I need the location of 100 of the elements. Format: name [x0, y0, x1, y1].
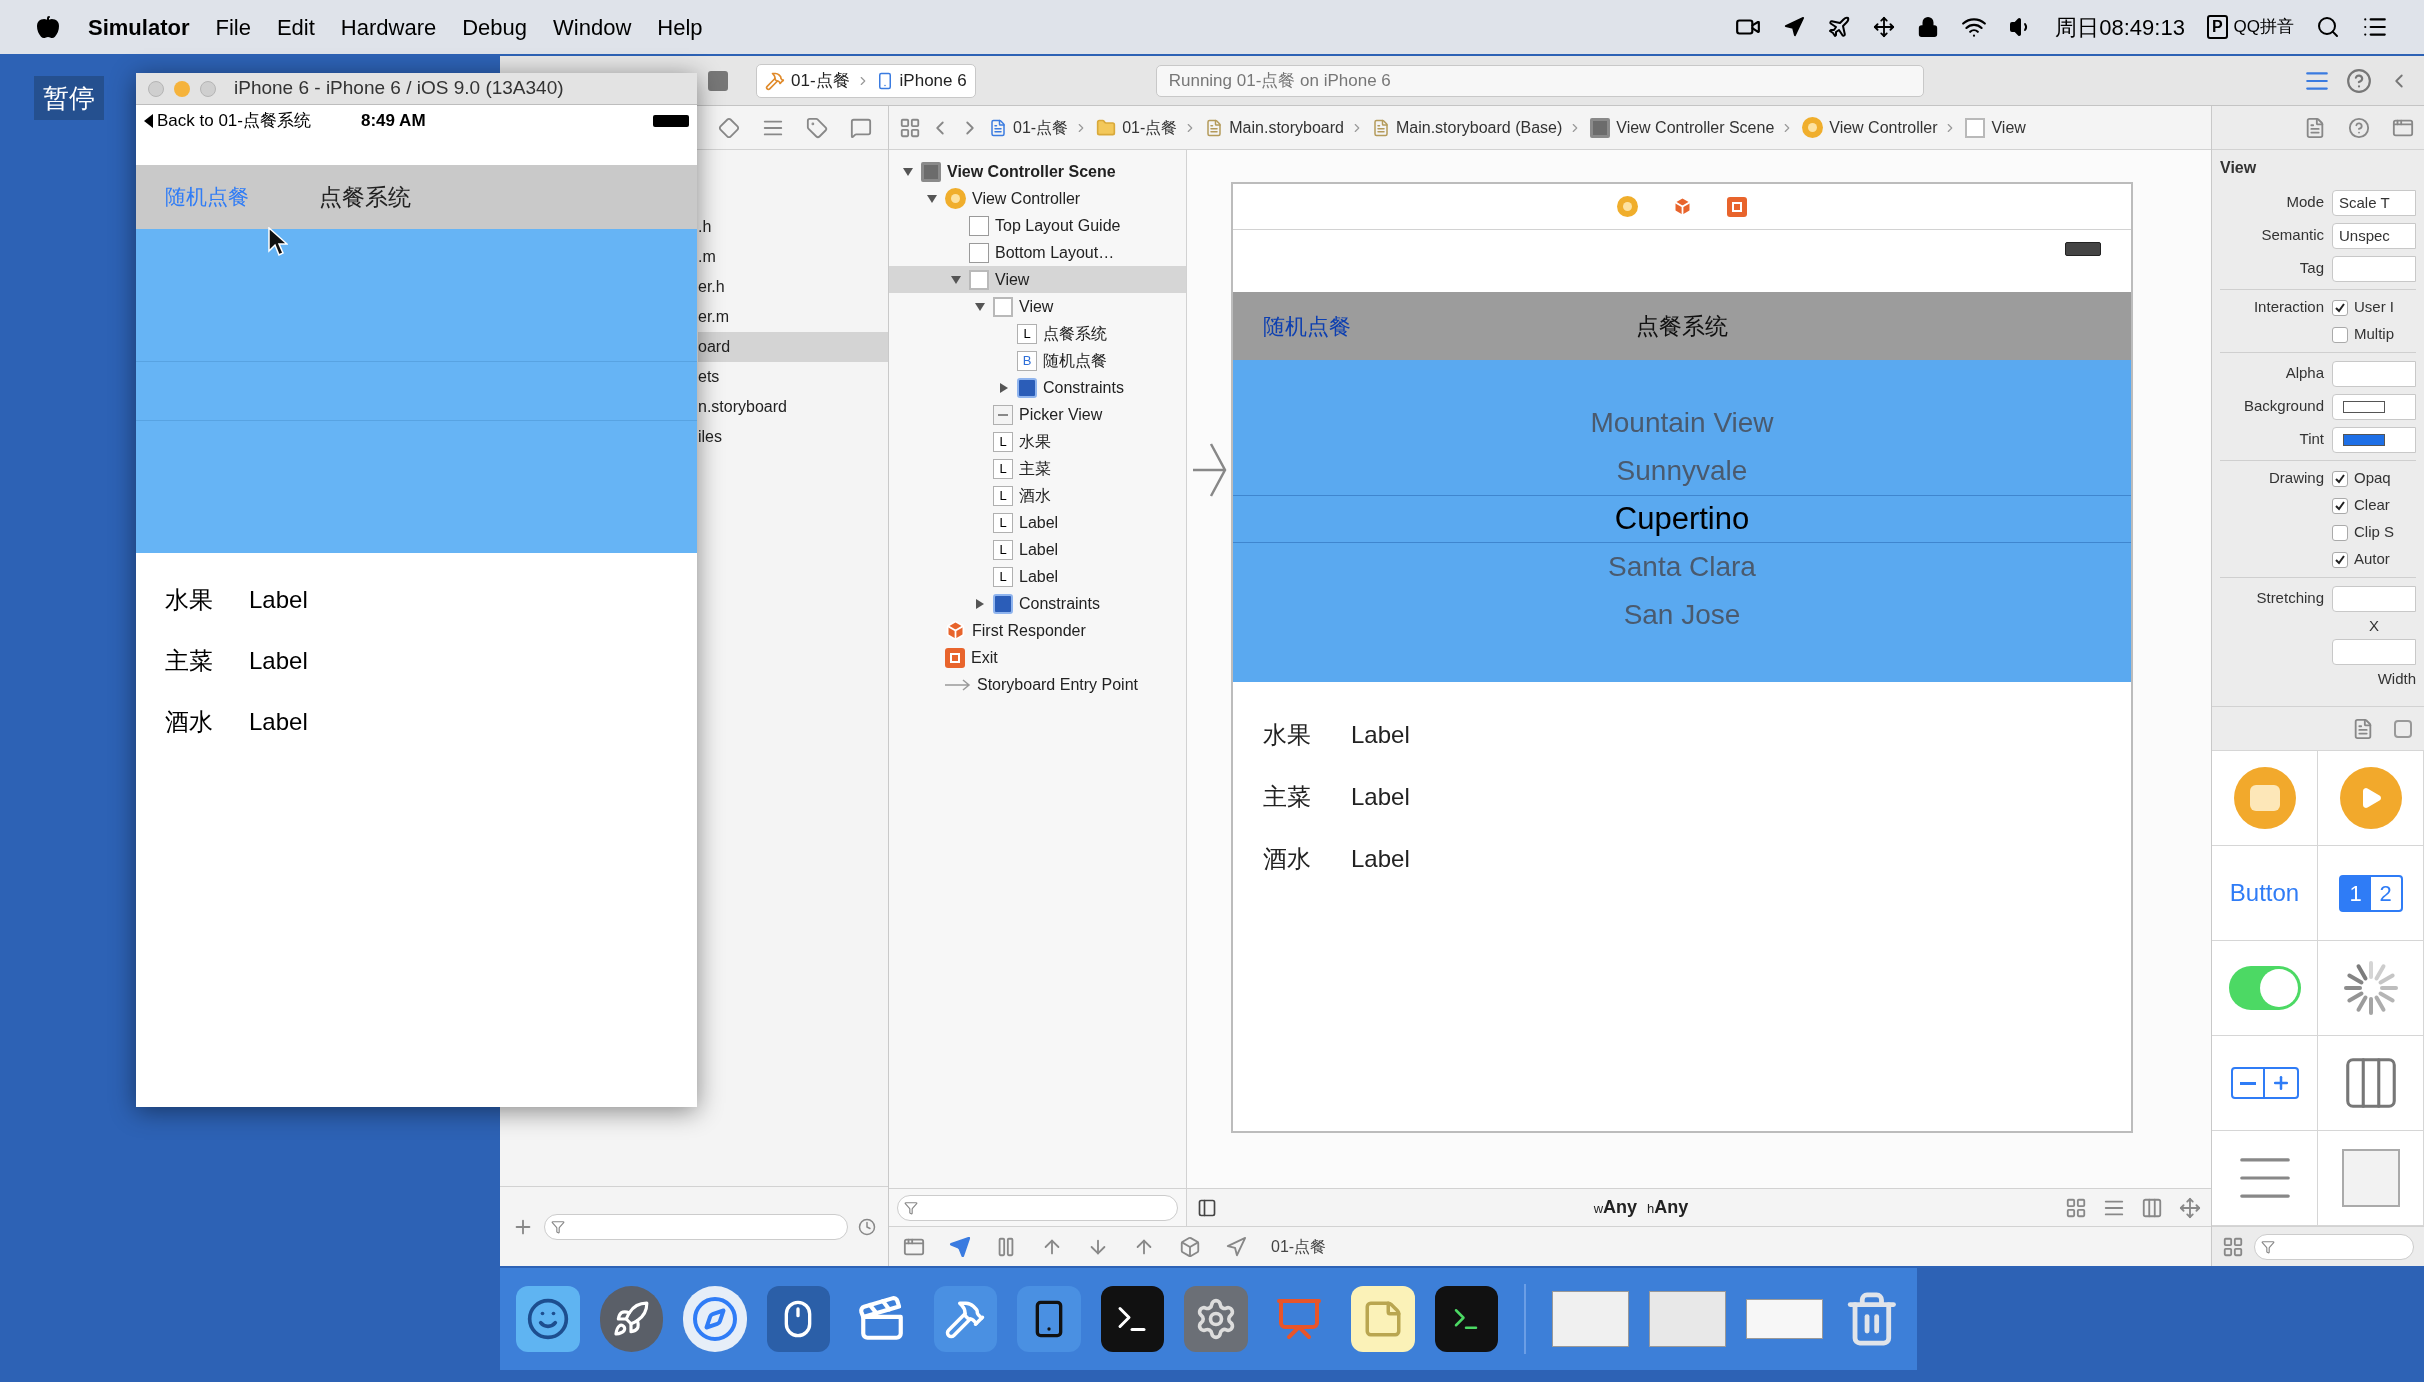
disclosure-triangle-icon[interactable]: [902, 165, 914, 178]
navigator-row[interactable]: .h: [698, 212, 888, 242]
select-field[interactable]: Scale T: [2332, 189, 2416, 216]
outline-row[interactable]: L 酒水: [889, 482, 1186, 509]
color-well[interactable]: [2332, 426, 2416, 453]
location-icon[interactable]: [1783, 16, 1806, 38]
navigator-row[interactable]: ets: [698, 362, 888, 392]
checkbox[interactable]: [2332, 470, 2348, 487]
input-method-badge[interactable]: P: [2206, 15, 2228, 39]
outline-row[interactable]: First Responder: [889, 617, 1186, 644]
segmented-control[interactable]: 1 2: [2338, 874, 2403, 912]
filter-field[interactable]: [544, 1213, 848, 1240]
outline-row[interactable]: L Label: [889, 509, 1186, 536]
airplane-icon[interactable]: [1827, 15, 1852, 39]
diamond-icon[interactable]: [718, 116, 740, 139]
move-icon[interactable]: [1873, 16, 1896, 38]
file-inspector-icon[interactable]: [2304, 116, 2326, 139]
window-thumbnail-icon[interactable]: [1746, 1299, 1824, 1339]
grid-icon[interactable]: [2222, 1235, 2244, 1258]
navigator-row[interactable]: oard: [698, 332, 888, 362]
menu-item[interactable]: Debug: [462, 10, 528, 44]
disclosure-triangle-icon[interactable]: [974, 300, 986, 313]
switch-icon[interactable]: [2228, 966, 2301, 1010]
size-class-label[interactable]: hAny: [1647, 1194, 1689, 1221]
picker-row[interactable]: Cupertino: [1233, 495, 2131, 543]
breadcrumb[interactable]: Main.storyboard (Base): [1395, 115, 1563, 140]
outline-row[interactable]: B 随机点餐: [889, 347, 1186, 374]
menu-item[interactable]: Window: [553, 10, 632, 44]
stop-icon[interactable]: [706, 68, 730, 93]
file-template-icon[interactable]: [2352, 717, 2374, 740]
checkbox[interactable]: [2332, 326, 2348, 343]
breadcrumb[interactable]: View Controller: [1829, 115, 1938, 140]
menu-item[interactable]: Help: [657, 10, 703, 44]
stepper-icon[interactable]: [2230, 1067, 2299, 1099]
input-field[interactable]: [2332, 360, 2416, 387]
outline-row[interactable]: L 主菜: [889, 455, 1186, 482]
tag-icon[interactable]: [806, 116, 828, 139]
outline-row[interactable]: View Controller: [889, 185, 1186, 212]
navigator-row[interactable]: .m: [698, 242, 888, 272]
phone-icon[interactable]: [1017, 1286, 1081, 1352]
outline-row[interactable]: Storyboard Entry Point: [889, 671, 1186, 698]
outline-row[interactable]: L Label: [889, 563, 1186, 590]
mouse-icon[interactable]: [766, 1286, 831, 1352]
picker-view[interactable]: Mountain View Sunnyvale Cupertino Santa Clara San Jose: [1233, 360, 2131, 682]
back-link[interactable]: Back to 01-点餐系统: [157, 108, 311, 134]
comment-icon[interactable]: [850, 116, 872, 139]
select-field[interactable]: Unspec: [2332, 222, 2416, 249]
navigator-row[interactable]: er.h: [698, 272, 888, 302]
debug-target[interactable]: 01-点餐: [1271, 1234, 1327, 1259]
outline-row[interactable]: Exit: [889, 644, 1186, 671]
lock-icon[interactable]: [1917, 16, 1940, 38]
breadcrumb[interactable]: 01-点餐: [1013, 115, 1069, 140]
menu-app-name[interactable]: Simulator: [88, 10, 190, 44]
disclosure-triangle-icon[interactable]: [950, 273, 962, 286]
scheme-selector[interactable]: 01-点餐 iPhone 6: [756, 63, 976, 98]
breadcrumb[interactable]: Main.storyboard: [1229, 115, 1344, 140]
disclosure-triangle-icon[interactable]: [998, 381, 1010, 394]
outline-row[interactable]: L Label: [889, 536, 1186, 563]
checkbox[interactable]: [2332, 551, 2348, 568]
outline-row[interactable]: Constraints: [889, 590, 1186, 617]
outline-row[interactable]: Picker View: [889, 401, 1186, 428]
disclosure-triangle-icon[interactable]: [926, 192, 938, 205]
terminal-icon[interactable]: [1100, 1286, 1165, 1352]
image-placeholder-icon[interactable]: [2341, 1149, 2400, 1207]
navigator-row[interactable]: iles: [698, 422, 888, 452]
segment[interactable]: 1: [2340, 876, 2371, 910]
navigator-row[interactable]: er.m: [698, 302, 888, 332]
input-field[interactable]: [2332, 255, 2416, 282]
search-icon[interactable]: [2316, 15, 2340, 39]
input-field[interactable]: [2332, 585, 2416, 612]
settings-icon[interactable]: [1184, 1286, 1248, 1352]
outline-row[interactable]: Top Layout Guide: [889, 212, 1186, 239]
clock-icon[interactable]: [858, 1217, 876, 1236]
input-field[interactable]: [2332, 638, 2416, 665]
disclosure-triangle-icon[interactable]: [974, 597, 986, 610]
window-thumbnail-icon[interactable]: [1552, 1291, 1630, 1347]
checkbox[interactable]: [2332, 497, 2348, 514]
menu-item[interactable]: Edit: [276, 10, 315, 44]
outline-row[interactable]: L 点餐系统: [889, 320, 1186, 347]
library-button-label[interactable]: Button: [2229, 875, 2300, 911]
finder-icon[interactable]: [516, 1286, 580, 1352]
outline-row[interactable]: Bottom Layout…: [889, 239, 1186, 266]
checkbox[interactable]: [2332, 299, 2348, 316]
breadcrumb[interactable]: 01-点餐: [1122, 115, 1178, 140]
hammer-icon[interactable]: [933, 1286, 998, 1352]
segment[interactable]: 2: [2370, 876, 2401, 910]
menu-clock[interactable]: 周日08:49:13: [2055, 10, 2185, 44]
grid-icon[interactable]: [899, 116, 921, 139]
input-method-label[interactable]: QQ拼音: [2233, 14, 2294, 40]
sidebar-toggle-icon[interactable]: [1197, 1197, 1217, 1218]
menu-item[interactable]: File: [215, 10, 251, 44]
help-icon[interactable]: [2348, 116, 2370, 139]
outline-row[interactable]: View: [889, 266, 1186, 293]
breadcrumb[interactable]: View Controller Scene: [1616, 115, 1775, 140]
apple-icon[interactable]: [36, 15, 60, 39]
filter-field[interactable]: [2254, 1233, 2414, 1260]
filter-field[interactable]: [897, 1194, 1178, 1221]
outline-row[interactable]: Constraints: [889, 374, 1186, 401]
checkbox[interactable]: [2332, 524, 2348, 541]
outline-row[interactable]: L 水果: [889, 428, 1186, 455]
